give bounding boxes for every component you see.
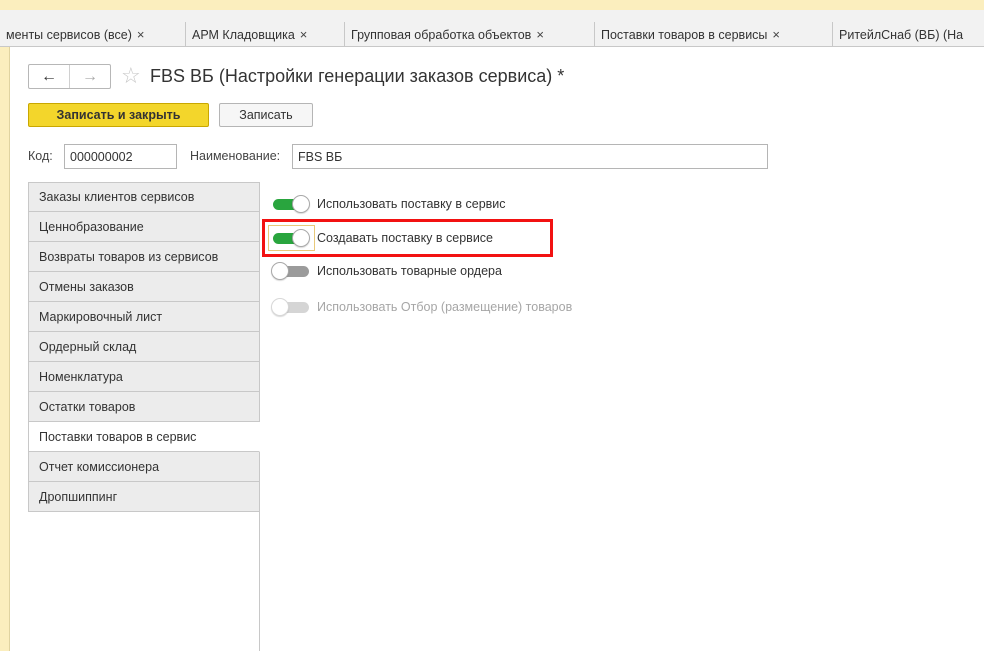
back-arrow-icon[interactable]: ← <box>29 65 70 88</box>
use-service-delivery-option: Использовать поставку в сервис <box>271 192 506 216</box>
sidebar-item-label: Отмены заказов <box>39 279 134 294</box>
save-and-close-button[interactable]: Записать и закрыть <box>28 103 209 127</box>
tab-storekeeper-workplace[interactable]: АРМ Кладовщика × <box>186 22 345 46</box>
close-icon[interactable]: × <box>772 27 780 42</box>
code-field[interactable]: 000000002 <box>64 144 177 169</box>
tab-service-deliveries[interactable]: Поставки товаров в сервисы × <box>595 22 833 46</box>
name-field[interactable]: FBS ВБ <box>292 144 768 169</box>
sidebar-item-label: Остатки товаров <box>39 399 136 414</box>
sidebar-item-commission-report[interactable]: Отчет комиссионера <box>28 452 260 482</box>
sidebar-item-stock-balances[interactable]: Остатки товаров <box>28 392 260 422</box>
sidebar-item-service-orders[interactable]: Заказы клиентов сервисов <box>28 182 260 212</box>
sidebar-item-label: Возвраты товаров из сервисов <box>39 249 219 264</box>
history-navigation: ← → <box>28 64 111 89</box>
left-accent-bar <box>0 47 10 651</box>
tab-label: Поставки товаров в сервисы <box>601 27 768 42</box>
sidebar-item-nomenclature[interactable]: Номенклатура <box>28 362 260 392</box>
close-icon[interactable]: × <box>300 27 308 42</box>
tab-group-processing[interactable]: Групповая обработка объектов × <box>345 22 595 46</box>
sidebar-item-order-warehouse[interactable]: Ордерный склад <box>28 332 260 362</box>
sidebar-item-label: Отчет комиссионера <box>39 459 160 474</box>
use-service-delivery-toggle[interactable] <box>271 195 311 213</box>
use-goods-orders-toggle[interactable] <box>271 262 311 280</box>
option-label: Использовать товарные ордера <box>317 264 502 278</box>
red-highlight-frame <box>262 219 553 257</box>
sidebar-item-label: Ордерный склад <box>39 339 137 354</box>
tab-label: менты сервисов (все) <box>6 27 132 42</box>
option-label: Использовать Отбор (размещение) товаров <box>317 300 573 314</box>
sidebar-item-label: Поставки товаров в сервис <box>39 429 197 444</box>
open-windows-tabbar: менты сервисов (все) × АРМ Кладовщика × … <box>0 10 984 47</box>
sidebar-item-pricing[interactable]: Ценнобразование <box>28 212 260 242</box>
tab-service-documents[interactable]: менты сервисов (все) × <box>0 22 186 46</box>
close-icon[interactable]: × <box>536 27 544 42</box>
save-button[interactable]: Записать <box>219 103 313 127</box>
tab-label: АРМ Кладовщика <box>192 27 295 42</box>
use-goods-picking-option: Использовать Отбор (размещение) товаров <box>271 295 572 319</box>
sidebar-item-marking-sheet[interactable]: Маркировочный лист <box>28 302 260 332</box>
sidebar-item-label: Ценнобразование <box>39 219 144 234</box>
forward-arrow-icon[interactable]: → <box>70 65 110 88</box>
close-icon[interactable]: × <box>137 27 145 42</box>
use-goods-picking-toggle <box>271 298 311 316</box>
settings-sections-sidebar: Заказы клиентов сервисов Ценнобразование… <box>28 182 260 651</box>
use-goods-orders-option: Использовать товарные ордера <box>271 259 502 283</box>
favorite-star-icon[interactable]: ☆ <box>121 63 141 89</box>
page-title: FBS ВБ (Настройки генерации заказов серв… <box>150 66 565 86</box>
code-label: Код: <box>28 149 53 163</box>
sidebar-item-returns[interactable]: Возвраты товаров из сервисов <box>28 242 260 272</box>
sidebar-item-label: Номенклатура <box>39 369 123 384</box>
sidebar-item-label: Маркировочный лист <box>39 309 163 324</box>
sidebar-item-dropshipping[interactable]: Дропшиппинг <box>28 482 260 512</box>
tab-retailsnab[interactable]: РитейлСнаб (ВБ) (На <box>833 22 984 46</box>
sidebar-item-label: Дропшиппинг <box>39 489 118 504</box>
option-label: Использовать поставку в сервис <box>317 197 506 211</box>
top-accent-strip <box>0 0 984 10</box>
sidebar-item-label: Заказы клиентов сервисов <box>39 190 195 204</box>
tab-label: РитейлСнаб (ВБ) (На <box>839 27 964 42</box>
name-label: Наименование: <box>190 149 281 163</box>
sidebar-item-service-deliveries[interactable]: Поставки товаров в сервис <box>28 422 260 452</box>
sidebar-item-order-cancellations[interactable]: Отмены заказов <box>28 272 260 302</box>
tab-label: Групповая обработка объектов <box>351 27 532 42</box>
